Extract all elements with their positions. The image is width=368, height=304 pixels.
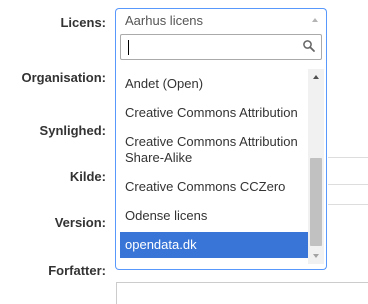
option-odense-licens[interactable]: Odense licens	[120, 205, 308, 227]
license-dropdown: Andet (Open) Creative Commons Attributio…	[115, 32, 327, 270]
organisation-label: Organisation:	[21, 70, 106, 85]
version-field-edge	[328, 204, 368, 205]
license-label: Licens:	[60, 15, 106, 30]
author-label: Forfatter:	[48, 263, 106, 278]
scroll-down-icon[interactable]	[313, 254, 319, 258]
scrollbar-thumb[interactable]	[310, 158, 322, 246]
visibility-label: Synlighed:	[39, 123, 106, 138]
option-cc-attribution-share-alike[interactable]: Creative Commons Attribution Share-Alike	[120, 131, 308, 169]
search-input[interactable]	[121, 35, 313, 59]
scroll-up-icon[interactable]	[313, 75, 319, 79]
text-cursor	[128, 40, 129, 55]
source-field-edge	[328, 184, 368, 185]
license-select[interactable]: Aarhus licens	[115, 8, 327, 33]
options-list: Andet (Open) Creative Commons Attributio…	[120, 69, 308, 266]
option-opendata-dk[interactable]: opendata.dk	[120, 232, 308, 258]
source-label: Kilde:	[69, 169, 106, 184]
version-label: Version:	[54, 215, 106, 230]
option-cc-attribution[interactable]: Creative Commons Attribution	[120, 102, 308, 124]
chevron-up-icon	[312, 18, 318, 22]
option-cc-zero[interactable]: Creative Commons CCZero	[120, 176, 308, 198]
search-field[interactable]	[120, 34, 322, 60]
option-andet-open[interactable]: Andet (Open)	[120, 73, 308, 95]
options-scrollbar[interactable]	[308, 69, 324, 264]
author-input[interactable]	[116, 282, 368, 304]
visibility-field-edge	[328, 157, 368, 158]
license-selected-value: Aarhus licens	[125, 13, 204, 28]
search-icon	[303, 40, 315, 52]
